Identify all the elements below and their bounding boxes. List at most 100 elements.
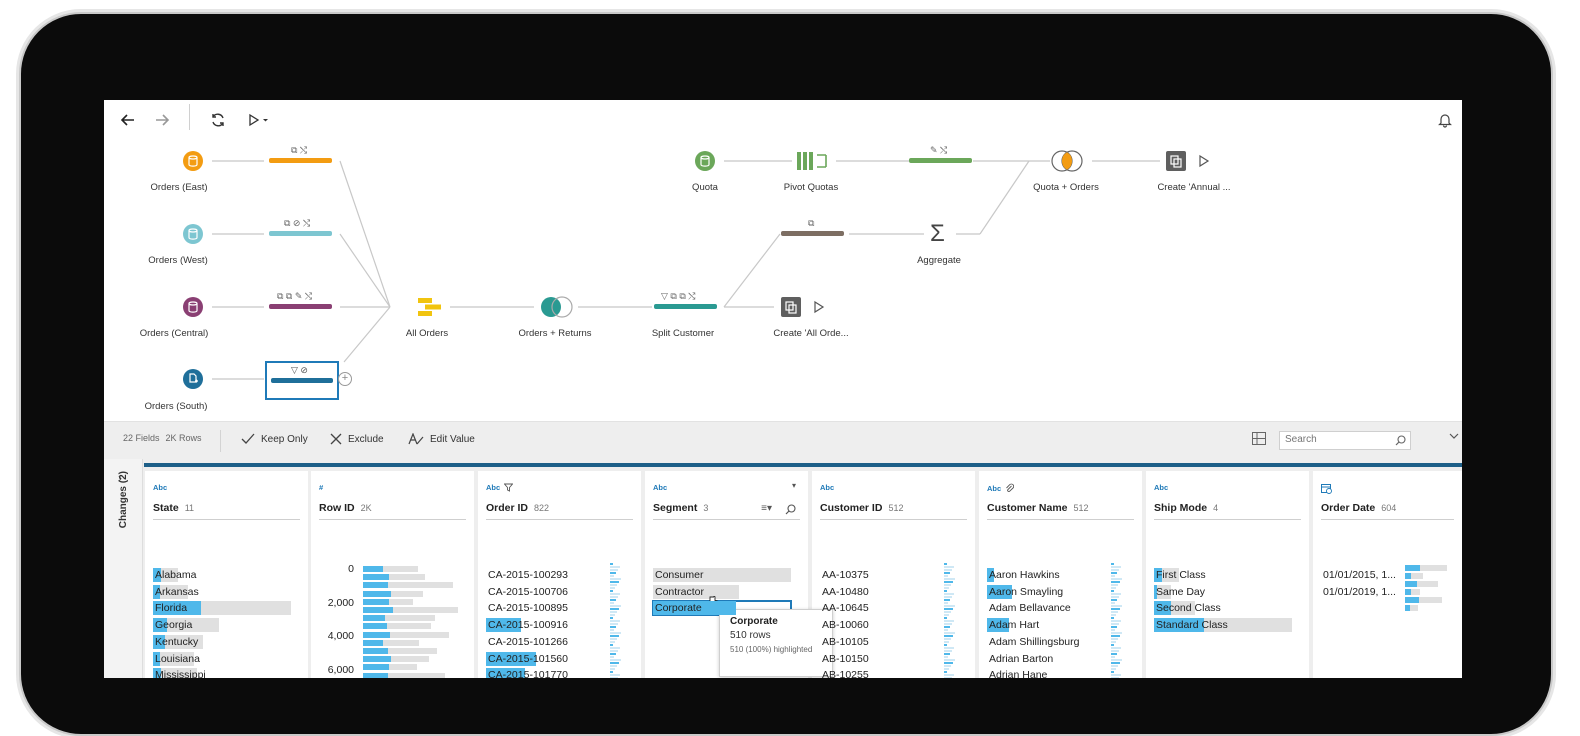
value-row[interactable]: Adam Bellavance xyxy=(987,601,1097,615)
column-customer-id[interactable]: Abc Customer ID 512 AA-10375 AA-10480 AA-10… xyxy=(812,471,975,678)
add-step-button[interactable]: + xyxy=(338,372,352,386)
value-row[interactable]: AB-10105 xyxy=(820,635,930,649)
value-row[interactable]: CA-2015-100293 xyxy=(486,568,596,582)
histogram-bar[interactable] xyxy=(363,672,445,678)
clean-step-orders-east[interactable] xyxy=(269,158,332,163)
value-row[interactable]: Contractor xyxy=(653,584,791,599)
column-row-id[interactable]: # Row ID 2K 0 2,000 4,000 6,000 xyxy=(311,471,474,678)
step-change-icons: ⧉ ⊘ ⤭ xyxy=(284,218,311,228)
collapse-panel-button[interactable] xyxy=(1449,432,1459,440)
histogram-bar[interactable] xyxy=(363,631,449,638)
value-row[interactable]: AB-10150 xyxy=(820,652,930,666)
search-input[interactable] xyxy=(1280,432,1393,447)
value-row[interactable]: First Class xyxy=(1154,568,1292,582)
flow-canvas[interactable]: Orders (East) ⧉ ⤭ Orders (West) ⧉ ⊘ ⤭ Or… xyxy=(104,100,1462,420)
value-row[interactable]: AA-10480 xyxy=(820,585,930,599)
value-row[interactable]: Adrian Barton xyxy=(987,652,1097,666)
value-row[interactable]: 01/01/2015, 1... xyxy=(1321,568,1401,582)
input-node-orders-central[interactable] xyxy=(183,297,203,322)
histogram-bar[interactable] xyxy=(363,607,458,613)
histogram-bar[interactable] xyxy=(363,574,425,581)
pivot-node[interactable] xyxy=(796,150,830,177)
value-row[interactable]: CA-2015-101560 xyxy=(486,651,596,666)
keep-only-button[interactable]: Keep Only xyxy=(241,433,308,445)
value-label: Kentucky xyxy=(155,635,199,648)
histogram-bar[interactable] xyxy=(363,623,431,630)
changes-panel[interactable]: › Changes (2) xyxy=(104,459,143,678)
clean-step-quota[interactable] xyxy=(909,158,972,163)
column-name: Order ID xyxy=(486,502,529,514)
column-count: 3 xyxy=(703,503,709,513)
histogram-bar[interactable] xyxy=(363,566,418,572)
value-row[interactable]: Kentucky xyxy=(153,634,291,649)
sparkline-tick xyxy=(610,563,613,565)
value-row[interactable]: Consumer xyxy=(653,568,791,582)
run-output-button[interactable] xyxy=(1198,154,1210,173)
value-row[interactable]: Aaron Hawkins xyxy=(987,568,1097,582)
value-row[interactable]: CA-2015-101266 xyxy=(486,635,596,649)
column-customer-name[interactable]: Abc Customer Name 512 Aaron Hawkins Aaron … xyxy=(979,471,1142,678)
value-row[interactable]: Georgia xyxy=(153,618,291,633)
value-row[interactable]: AA-10645 xyxy=(820,601,930,615)
value-row[interactable]: Adam Hart xyxy=(987,618,1097,633)
value-row[interactable]: Alabama xyxy=(153,568,291,582)
clean-step-orders-west[interactable] xyxy=(269,231,332,236)
histogram-bar[interactable] xyxy=(363,664,417,671)
value-row[interactable]: AB-10060 xyxy=(820,618,930,632)
column-name: Customer Name xyxy=(987,502,1068,514)
column-menu-button[interactable]: ▾ xyxy=(792,481,796,490)
value-row[interactable]: Same Day xyxy=(1154,584,1292,599)
value-row[interactable]: Second Class xyxy=(1154,601,1292,616)
sparkline-tick xyxy=(944,563,947,565)
value-row[interactable]: Adam Shillingsburg xyxy=(987,635,1097,649)
histogram-bar[interactable] xyxy=(363,590,423,597)
input-node-quota[interactable] xyxy=(695,151,715,176)
run-output-button[interactable] xyxy=(813,300,825,319)
value-row[interactable]: Aaron Smayling xyxy=(987,584,1097,599)
value-row[interactable]: CA-2015-100706 xyxy=(486,585,596,599)
histogram-bar[interactable] xyxy=(363,656,429,663)
sparkline-tick xyxy=(1111,569,1119,571)
value-row[interactable]: Arkansas xyxy=(153,584,291,599)
value-row[interactable]: CA-2015-100895 xyxy=(486,601,596,615)
clean-step-orders-central[interactable] xyxy=(269,304,332,309)
join-node-quota-orders[interactable] xyxy=(1050,150,1084,177)
value-row[interactable]: CA-2015-100916 xyxy=(486,618,596,633)
edit-value-button[interactable]: Edit Value xyxy=(408,433,475,445)
output-node-all-orders[interactable] xyxy=(781,297,801,322)
histogram-bar[interactable] xyxy=(363,639,419,646)
value-row[interactable]: Adrian Hane xyxy=(987,668,1097,678)
value-row[interactable]: Mississippi xyxy=(153,668,291,678)
sort-icon[interactable]: ≡▾ xyxy=(761,503,772,514)
column-order-date[interactable]: Order Date 604 01/01/2015, 1... 01/01/2019… xyxy=(1313,471,1462,678)
value-row[interactable]: Florida xyxy=(153,601,291,616)
input-node-orders-east[interactable] xyxy=(183,151,203,176)
clean-step-split-customer[interactable] xyxy=(654,304,717,309)
histogram-bar[interactable] xyxy=(363,582,453,589)
output-node-annual[interactable] xyxy=(1166,151,1186,176)
union-node-all-orders[interactable] xyxy=(417,296,443,323)
input-node-orders-south[interactable] xyxy=(183,369,203,394)
value-row[interactable]: 01/01/2019, 1... xyxy=(1321,585,1401,599)
input-node-orders-west[interactable] xyxy=(183,224,203,249)
value-row[interactable]: Louisiana xyxy=(153,651,291,666)
column-state[interactable]: Abc State 11 Alabama Arkansas Florida Georgi… xyxy=(145,471,308,678)
search-box[interactable] xyxy=(1279,431,1411,450)
histogram-bar[interactable] xyxy=(363,648,437,654)
value-row[interactable]: AA-10375 xyxy=(820,568,930,582)
value-row[interactable]: CA-2015-101770 xyxy=(486,668,596,678)
sigma-icon[interactable]: Σ xyxy=(930,220,945,248)
date-bar xyxy=(1405,589,1421,595)
column-ship-mode[interactable]: Abc Ship Mode 4 First Class Same Day Second… xyxy=(1146,471,1309,678)
histogram-bar[interactable] xyxy=(363,598,413,605)
value-row[interactable]: Standard Class xyxy=(1154,618,1292,633)
exclude-button[interactable]: Exclude xyxy=(330,433,384,445)
join-node-orders-returns[interactable] xyxy=(540,296,574,323)
histogram-bar[interactable] xyxy=(363,615,435,622)
value-row[interactable]: AB-10255 xyxy=(820,668,930,678)
view-toggle-button[interactable] xyxy=(1252,432,1266,445)
selected-clean-step-orders-south[interactable]: ▽ ⊘ xyxy=(265,361,339,400)
column-order-id[interactable]: Abc Order ID 822 CA-2015-100293 CA-2015-10… xyxy=(478,471,641,678)
column-search-button[interactable] xyxy=(785,502,796,520)
clean-step-customer[interactable] xyxy=(781,231,844,236)
